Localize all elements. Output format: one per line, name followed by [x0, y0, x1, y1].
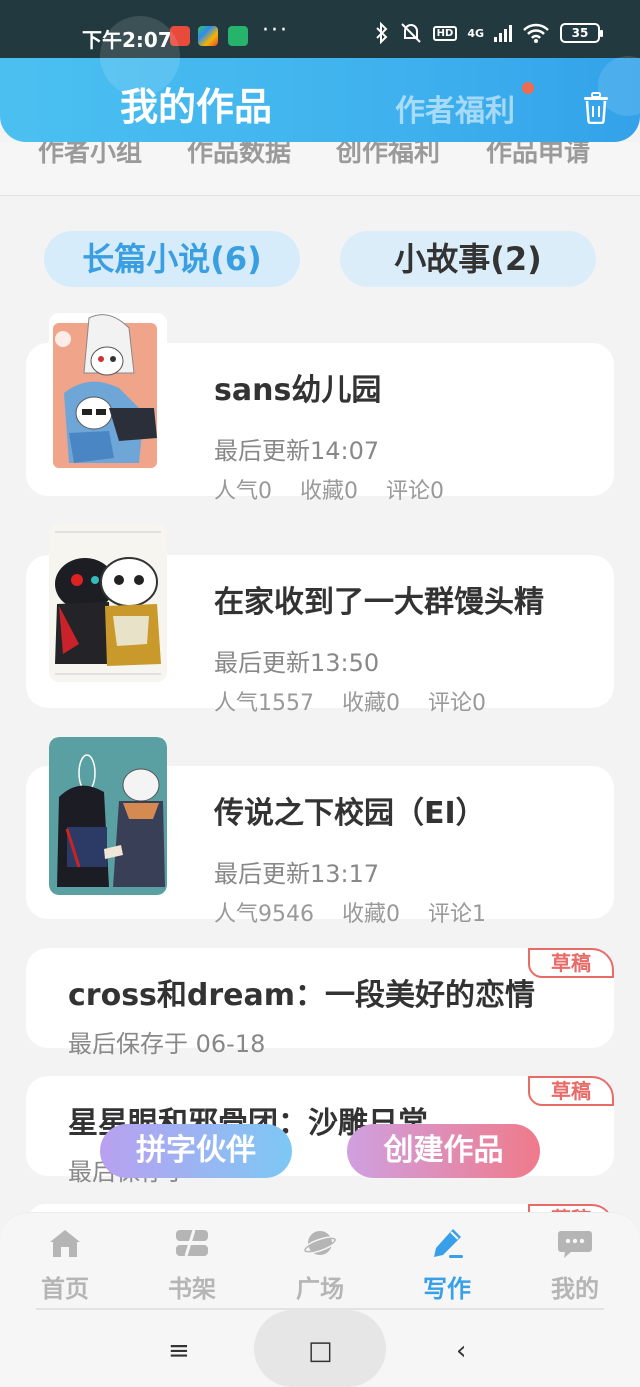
nav-bookshelf-label: 书架: [168, 1275, 216, 1303]
nav-bookshelf[interactable]: 书架: [147, 1227, 237, 1304]
home-button-icon[interactable]: □: [308, 1336, 333, 1366]
work-cover[interactable]: [49, 524, 167, 682]
chat-bubble-icon: [558, 1231, 592, 1258]
nav-plaza-label: 广场: [296, 1275, 344, 1303]
work-comments: 评论1: [428, 902, 486, 927]
work-updated: 最后更新13:17: [214, 860, 380, 888]
subtab-creation-benefit[interactable]: 创作福利: [336, 142, 440, 169]
tab-short-stories[interactable]: 小故事(2): [340, 231, 596, 287]
work-popularity: 人气0: [214, 479, 272, 504]
hd-icon: HD: [432, 25, 458, 41]
cover-art: [55, 531, 161, 675]
author-benefit-link[interactable]: 作者福利: [395, 86, 515, 130]
work-title: 传说之下校园（EI）: [214, 796, 486, 831]
work-comments: 评论0: [428, 691, 486, 716]
battery-icon: 35: [560, 23, 603, 43]
subtab-work-apply[interactable]: 作品申请: [486, 142, 590, 169]
status-icons: HD 4G 35: [375, 22, 603, 44]
signal-icon: [494, 24, 512, 42]
cover-art: [49, 737, 167, 895]
work-favorites: 收藏0: [342, 902, 400, 927]
back-icon[interactable]: ‹: [456, 1336, 466, 1366]
bottom-nav: 首页 书架 广场 写作 我的: [0, 1212, 640, 1310]
work-updated: 最后更新13:50: [214, 649, 380, 677]
work-title: 在家收到了一大群馒头精: [214, 585, 544, 620]
play-store-icon: [198, 26, 218, 46]
work-cover[interactable]: [49, 737, 167, 895]
draft-badge: 草稿: [528, 948, 614, 978]
nav-home[interactable]: 首页: [20, 1227, 110, 1304]
work-popularity: 人气9546: [214, 902, 314, 927]
planet-icon: [302, 1231, 338, 1255]
network-type: 4G: [467, 26, 484, 40]
draft-saved-time: 最后保存于 06-18: [68, 1030, 266, 1058]
work-popularity: 人气1557: [214, 691, 314, 716]
nav-mine[interactable]: 我的: [530, 1227, 620, 1304]
work-title: sans幼儿园: [214, 373, 382, 408]
work-cover[interactable]: [49, 313, 167, 471]
menu-icon[interactable]: ≡: [168, 1336, 190, 1366]
tab-long-novels[interactable]: 长篇小说(6): [44, 231, 300, 287]
cover-art: [53, 314, 157, 468]
pen-icon: [434, 1229, 463, 1258]
sub-tab-bar: 作者小组 作品数据 创作福利 作品申请: [0, 142, 640, 196]
writing-partner-button[interactable]: 拼字伙伴: [100, 1124, 292, 1178]
nav-plaza[interactable]: 广场: [275, 1227, 365, 1304]
nav-mine-label: 我的: [551, 1275, 599, 1303]
work-comments: 评论0: [386, 479, 444, 504]
draft-badge: 草稿: [528, 1076, 614, 1106]
wifi-icon: [523, 23, 549, 43]
draft-card[interactable]: cross和dream：一段美好的恋情 最后保存于 06-18 草稿: [26, 948, 614, 1058]
page-title: 我的作品: [120, 85, 273, 129]
subtab-author-group[interactable]: 作者小组: [38, 142, 142, 169]
bluetooth-icon: [375, 22, 388, 44]
security-app-icon: [228, 26, 248, 46]
home-icon: [50, 1230, 80, 1257]
more-notifications-icon: ···: [262, 18, 289, 43]
mute-icon: [400, 23, 421, 43]
trash-icon[interactable]: [582, 92, 610, 124]
draft-title: cross和dream：一段美好的恋情: [68, 978, 536, 1013]
work-updated: 最后更新14:07: [214, 437, 380, 465]
work-favorites: 收藏0: [300, 479, 358, 504]
create-work-button[interactable]: 创建作品: [347, 1124, 540, 1178]
system-nav-bar: ≡ □ ‹: [0, 1310, 640, 1387]
notification-dot: [522, 82, 534, 94]
bookshelf-icon: [176, 1229, 208, 1257]
work-stats: 人气9546 收藏0 评论1: [214, 896, 486, 928]
nav-write-label: 写作: [423, 1275, 471, 1303]
nav-write[interactable]: 写作: [402, 1227, 492, 1304]
work-favorites: 收藏0: [342, 691, 400, 716]
app-header: 我的作品 作者福利: [0, 16, 640, 142]
nav-home-label: 首页: [41, 1275, 89, 1303]
work-stats: 人气0 收藏0 评论0: [214, 473, 444, 505]
subtab-work-data[interactable]: 作品数据: [187, 142, 291, 169]
work-stats: 人气1557 收藏0 评论0: [214, 685, 486, 717]
